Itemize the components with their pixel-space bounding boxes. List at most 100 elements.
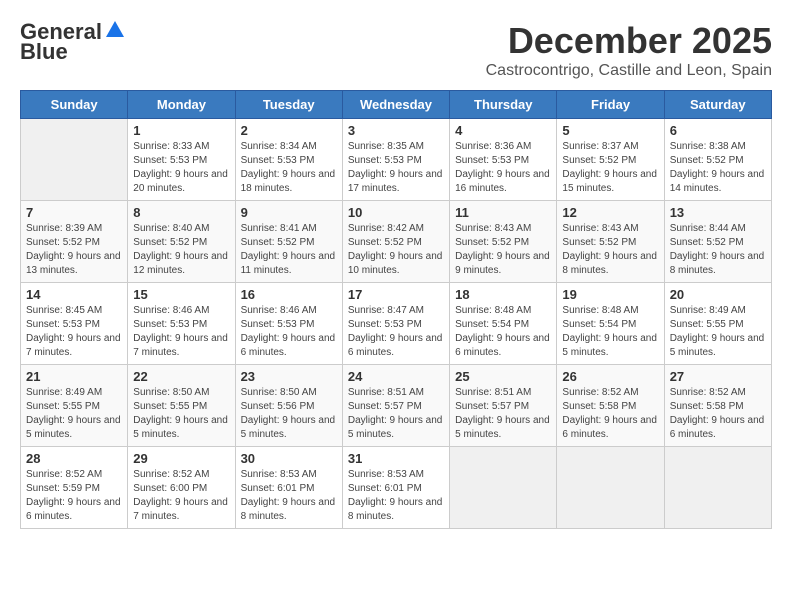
logo-blue: Blue <box>20 40 68 64</box>
day-info: Sunrise: 8:53 AMSunset: 6:01 PMDaylight:… <box>241 468 337 524</box>
day-number: 19 <box>562 287 658 302</box>
day-info: Sunrise: 8:39 AMSunset: 5:52 PMDaylight:… <box>26 222 122 278</box>
day-info: Sunrise: 8:52 AMSunset: 5:58 PMDaylight:… <box>670 386 766 442</box>
day-info: Sunrise: 8:50 AMSunset: 5:56 PMDaylight:… <box>241 386 337 442</box>
day-number: 10 <box>348 205 444 220</box>
day-number: 7 <box>26 205 122 220</box>
day-number: 28 <box>26 451 122 466</box>
day-number: 14 <box>26 287 122 302</box>
day-number: 2 <box>241 123 337 138</box>
calendar-cell: 10 Sunrise: 8:42 AMSunset: 5:52 PMDayligh… <box>342 201 449 283</box>
day-number: 29 <box>133 451 229 466</box>
day-info: Sunrise: 8:53 AMSunset: 6:01 PMDaylight:… <box>348 468 444 524</box>
day-info: Sunrise: 8:47 AMSunset: 5:53 PMDaylight:… <box>348 304 444 360</box>
day-info: Sunrise: 8:45 AMSunset: 5:53 PMDaylight:… <box>26 304 122 360</box>
header-day-friday: Friday <box>557 91 664 119</box>
calendar-cell <box>664 447 771 529</box>
header-day-thursday: Thursday <box>450 91 557 119</box>
week-row-4: 21 Sunrise: 8:49 AMSunset: 5:55 PMDayligh… <box>21 365 772 447</box>
logo-icon <box>104 19 126 41</box>
day-info: Sunrise: 8:52 AMSunset: 5:58 PMDaylight:… <box>562 386 658 442</box>
calendar-cell: 27 Sunrise: 8:52 AMSunset: 5:58 PMDayligh… <box>664 365 771 447</box>
day-info: Sunrise: 8:41 AMSunset: 5:52 PMDaylight:… <box>241 222 337 278</box>
calendar-cell <box>557 447 664 529</box>
day-info: Sunrise: 8:42 AMSunset: 5:52 PMDaylight:… <box>348 222 444 278</box>
page-header: General Blue December 2025 Castrocontrig… <box>20 20 772 80</box>
day-info: Sunrise: 8:37 AMSunset: 5:52 PMDaylight:… <box>562 140 658 196</box>
header-day-sunday: Sunday <box>21 91 128 119</box>
day-number: 24 <box>348 369 444 384</box>
day-info: Sunrise: 8:44 AMSunset: 5:52 PMDaylight:… <box>670 222 766 278</box>
week-row-2: 7 Sunrise: 8:39 AMSunset: 5:52 PMDaylight… <box>21 201 772 283</box>
calendar-cell: 22Sunrise: 8:50 AMSunset: 5:55 PMDayligh… <box>128 365 235 447</box>
calendar-cell: 16 Sunrise: 8:46 AMSunset: 5:53 PMDayligh… <box>235 283 342 365</box>
day-info: Sunrise: 8:43 AMSunset: 5:52 PMDaylight:… <box>455 222 551 278</box>
calendar-cell: 17 Sunrise: 8:47 AMSunset: 5:53 PMDayligh… <box>342 283 449 365</box>
week-row-5: 28 Sunrise: 8:52 AMSunset: 5:59 PMDayligh… <box>21 447 772 529</box>
week-row-3: 14 Sunrise: 8:45 AMSunset: 5:53 PMDayligh… <box>21 283 772 365</box>
calendar-cell: 15Sunrise: 8:46 AMSunset: 5:53 PMDayligh… <box>128 283 235 365</box>
calendar-cell: 7 Sunrise: 8:39 AMSunset: 5:52 PMDaylight… <box>21 201 128 283</box>
title-block: December 2025 Castrocontrigo, Castille a… <box>486 20 772 80</box>
day-number: 4 <box>455 123 551 138</box>
header-day-monday: Monday <box>128 91 235 119</box>
day-info: Sunrise: 8:52 AMSunset: 6:00 PMDaylight:… <box>133 468 229 524</box>
calendar-cell: 21 Sunrise: 8:49 AMSunset: 5:55 PMDayligh… <box>21 365 128 447</box>
calendar-cell: 9Sunrise: 8:41 AMSunset: 5:52 PMDaylight… <box>235 201 342 283</box>
day-number: 1 <box>133 123 229 138</box>
calendar-cell: 12 Sunrise: 8:43 AMSunset: 5:52 PMDayligh… <box>557 201 664 283</box>
day-info: Sunrise: 8:51 AMSunset: 5:57 PMDaylight:… <box>455 386 551 442</box>
day-number: 25 <box>455 369 551 384</box>
day-number: 16 <box>241 287 337 302</box>
calendar-cell: 8Sunrise: 8:40 AMSunset: 5:52 PMDaylight… <box>128 201 235 283</box>
day-info: Sunrise: 8:36 AMSunset: 5:53 PMDaylight:… <box>455 140 551 196</box>
calendar-cell: 18 Sunrise: 8:48 AMSunset: 5:54 PMDayligh… <box>450 283 557 365</box>
day-number: 13 <box>670 205 766 220</box>
month-title: December 2025 <box>486 20 772 62</box>
calendar-cell: 5 Sunrise: 8:37 AMSunset: 5:52 PMDaylight… <box>557 119 664 201</box>
day-info: Sunrise: 8:46 AMSunset: 5:53 PMDaylight:… <box>241 304 337 360</box>
calendar-cell: 11Sunrise: 8:43 AMSunset: 5:52 PMDayligh… <box>450 201 557 283</box>
day-number: 30 <box>241 451 337 466</box>
calendar-cell: 4 Sunrise: 8:36 AMSunset: 5:53 PMDaylight… <box>450 119 557 201</box>
day-number: 23 <box>241 369 337 384</box>
header-day-wednesday: Wednesday <box>342 91 449 119</box>
calendar-cell: 24Sunrise: 8:51 AMSunset: 5:57 PMDayligh… <box>342 365 449 447</box>
day-info: Sunrise: 8:48 AMSunset: 5:54 PMDaylight:… <box>562 304 658 360</box>
calendar-cell: 31 Sunrise: 8:53 AMSunset: 6:01 PMDayligh… <box>342 447 449 529</box>
day-info: Sunrise: 8:49 AMSunset: 5:55 PMDaylight:… <box>670 304 766 360</box>
day-info: Sunrise: 8:43 AMSunset: 5:52 PMDaylight:… <box>562 222 658 278</box>
calendar-cell: 29 Sunrise: 8:52 AMSunset: 6:00 PMDayligh… <box>128 447 235 529</box>
day-number: 27 <box>670 369 766 384</box>
day-info: Sunrise: 8:49 AMSunset: 5:55 PMDaylight:… <box>26 386 122 442</box>
day-number: 21 <box>26 369 122 384</box>
day-info: Sunrise: 8:48 AMSunset: 5:54 PMDaylight:… <box>455 304 551 360</box>
day-number: 5 <box>562 123 658 138</box>
day-info: Sunrise: 8:35 AMSunset: 5:53 PMDaylight:… <box>348 140 444 196</box>
location-title: Castrocontrigo, Castille and Leon, Spain <box>486 62 772 80</box>
day-number: 3 <box>348 123 444 138</box>
day-info: Sunrise: 8:40 AMSunset: 5:52 PMDaylight:… <box>133 222 229 278</box>
day-info: Sunrise: 8:33 AMSunset: 5:53 PMDaylight:… <box>133 140 229 196</box>
calendar-cell <box>21 119 128 201</box>
calendar-table: SundayMondayTuesdayWednesdayThursdayFrid… <box>20 90 772 529</box>
day-info: Sunrise: 8:34 AMSunset: 5:53 PMDaylight:… <box>241 140 337 196</box>
calendar-cell: 30 Sunrise: 8:53 AMSunset: 6:01 PMDayligh… <box>235 447 342 529</box>
calendar-cell: 23 Sunrise: 8:50 AMSunset: 5:56 PMDayligh… <box>235 365 342 447</box>
calendar-cell: 20 Sunrise: 8:49 AMSunset: 5:55 PMDayligh… <box>664 283 771 365</box>
day-number: 17 <box>348 287 444 302</box>
day-info: Sunrise: 8:52 AMSunset: 5:59 PMDaylight:… <box>26 468 122 524</box>
calendar-cell: 26 Sunrise: 8:52 AMSunset: 5:58 PMDayligh… <box>557 365 664 447</box>
calendar-cell: 28 Sunrise: 8:52 AMSunset: 5:59 PMDayligh… <box>21 447 128 529</box>
calendar-cell <box>450 447 557 529</box>
day-number: 31 <box>348 451 444 466</box>
calendar-cell: 19 Sunrise: 8:48 AMSunset: 5:54 PMDayligh… <box>557 283 664 365</box>
day-number: 12 <box>562 205 658 220</box>
day-number: 20 <box>670 287 766 302</box>
calendar-cell: 13 Sunrise: 8:44 AMSunset: 5:52 PMDayligh… <box>664 201 771 283</box>
calendar-cell: 3 Sunrise: 8:35 AMSunset: 5:53 PMDaylight… <box>342 119 449 201</box>
day-number: 26 <box>562 369 658 384</box>
logo: General Blue <box>20 20 126 64</box>
day-number: 18 <box>455 287 551 302</box>
calendar-cell: 14 Sunrise: 8:45 AMSunset: 5:53 PMDayligh… <box>21 283 128 365</box>
